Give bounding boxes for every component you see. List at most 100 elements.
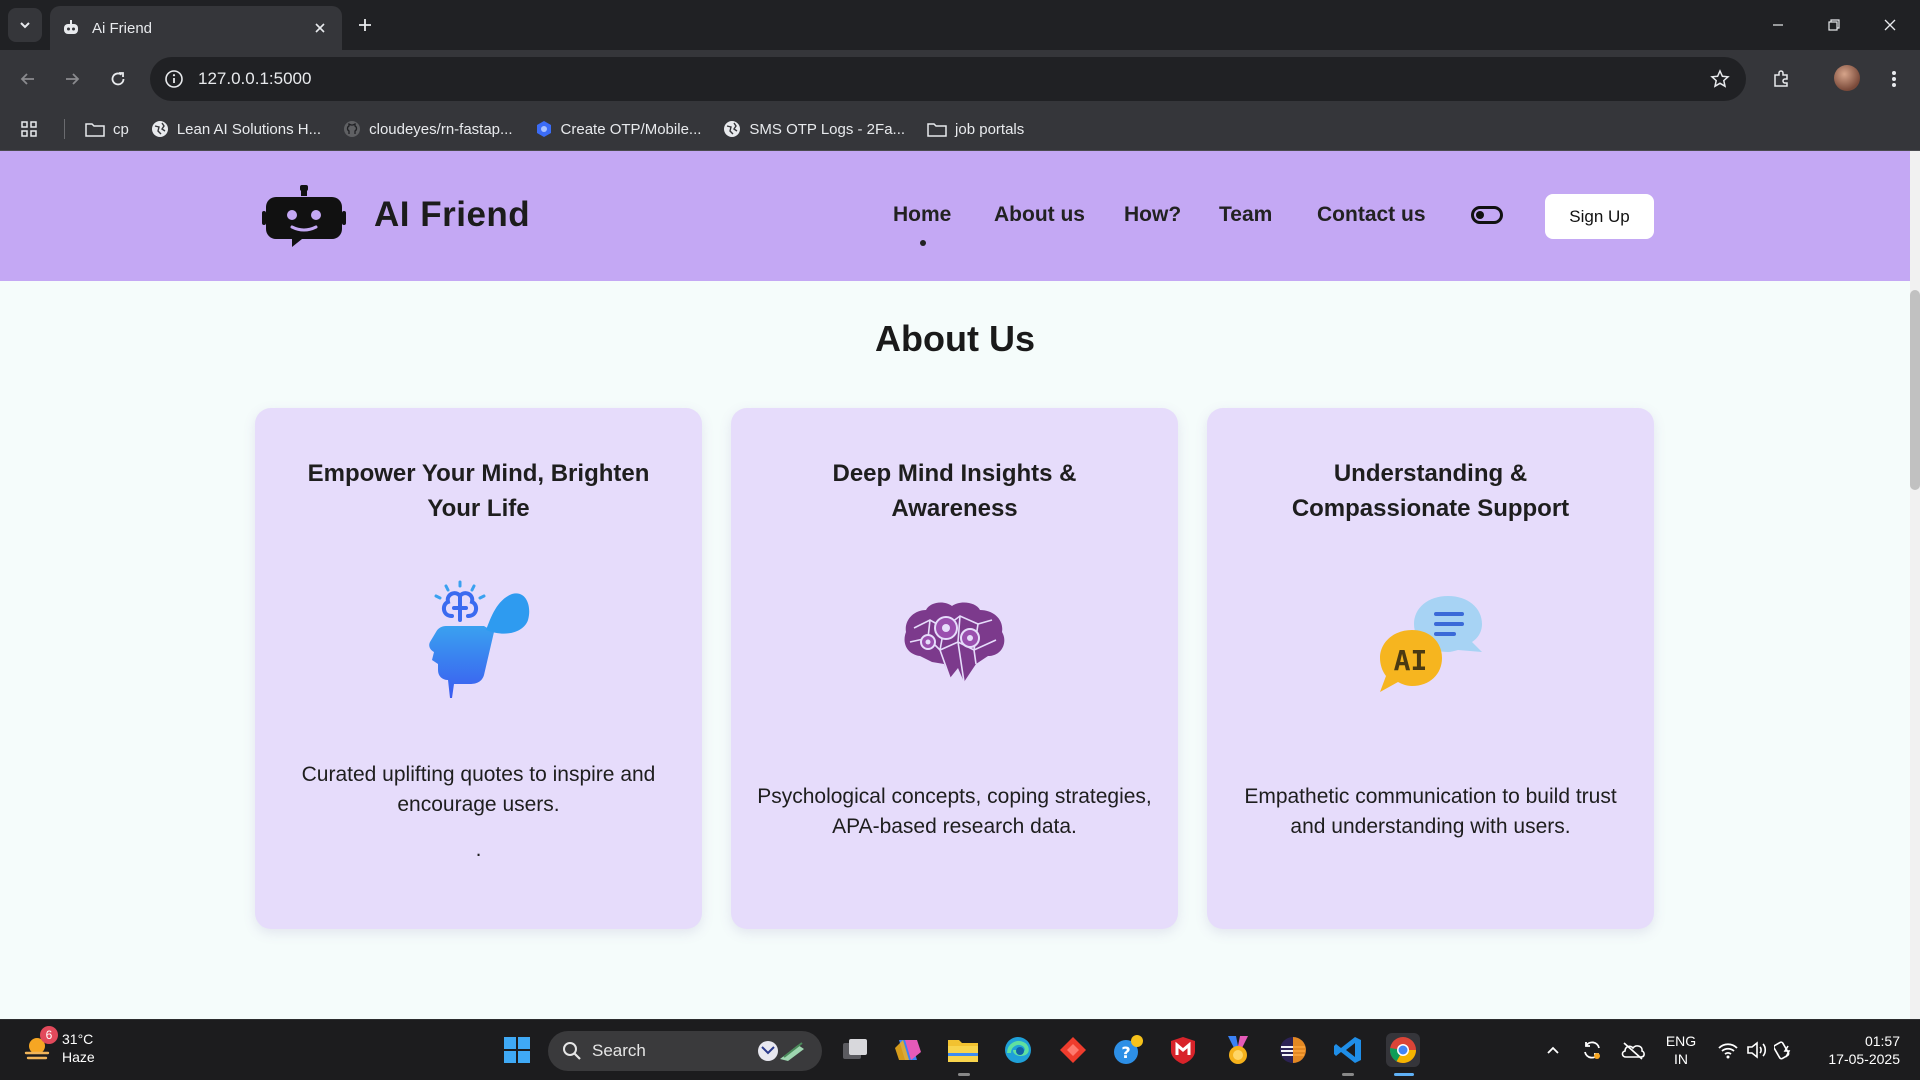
cloud-offline-icon (1621, 1042, 1645, 1060)
address-url: 127.0.0.1:5000 (198, 69, 312, 88)
mcafee-shield-icon (1171, 1037, 1195, 1064)
copilot-app[interactable] (891, 1033, 925, 1067)
sign-up-button[interactable]: Sign Up (1545, 194, 1654, 239)
bookmark-label: job portals (955, 120, 1025, 138)
bookmark-star-icon[interactable] (1710, 69, 1730, 89)
close-tab-icon[interactable] (310, 18, 330, 38)
forward-button[interactable] (56, 63, 88, 95)
web-page: AI Friend Home About us How? Team Contac… (0, 151, 1910, 1019)
nav-home[interactable]: Home (893, 203, 951, 227)
browser-tab-active[interactable]: Ai Friend (50, 6, 342, 50)
bookmark-job-portals[interactable]: job portals (927, 121, 1024, 138)
wifi-icon (1718, 1043, 1738, 1059)
bookmark-separator (64, 119, 65, 139)
app-running-indicator (958, 1073, 970, 1076)
apps-button[interactable] (20, 120, 46, 138)
bookmark-cp[interactable]: cp (85, 121, 129, 138)
bookmark-sms-otp[interactable]: SMS OTP Logs - 2Fa... (723, 120, 905, 138)
page-scrollbar-thumb[interactable] (1910, 290, 1920, 490)
weather-widget[interactable]: 6 31°C Haze (22, 1026, 95, 1066)
about-card-empower: Empower Your Mind, Brighten Your Life Cu… (255, 408, 702, 929)
puzzle-icon (1774, 70, 1788, 87)
windows-taskbar: 6 31°C Haze Search ? ENG IN 01:57 17-05-… (0, 1019, 1920, 1080)
github-icon (344, 121, 361, 137)
svg-text:?: ? (1121, 1043, 1130, 1062)
help-app[interactable]: ? (1111, 1033, 1145, 1067)
chrome-menu-button[interactable] (1878, 63, 1910, 95)
chrome-icon (1389, 1037, 1417, 1064)
language-indicator[interactable]: ENG IN (1662, 1032, 1700, 1068)
toggle-knob (1476, 211, 1484, 219)
clock-date: 17-05-2025 (1828, 1051, 1900, 1067)
language-code: ENG (1665, 1033, 1697, 1049)
nav-about-us[interactable]: About us (994, 203, 1085, 227)
nav-contact-us[interactable]: Contact us (1317, 203, 1426, 227)
card-description: Psychological concepts, coping strategie… (757, 785, 1152, 838)
arrow-left-icon (20, 73, 34, 85)
minimize-button[interactable] (1750, 0, 1806, 50)
bookmark-lean-ai[interactable]: Lean AI Solutions H... (151, 120, 321, 138)
anydesk-app[interactable] (1056, 1033, 1090, 1067)
show-hidden-icons-button[interactable] (1536, 1033, 1570, 1067)
app-running-indicator (1342, 1073, 1354, 1076)
medal-icon (1228, 1036, 1248, 1064)
mcafee-app[interactable] (1166, 1033, 1200, 1067)
close-window-button[interactable] (1862, 0, 1918, 50)
anydesk-icon (1060, 1037, 1086, 1063)
card-extra-text: . (475, 838, 482, 861)
site-icon (536, 121, 551, 137)
nav-how[interactable]: How? (1124, 203, 1181, 227)
bookmark-create-otp[interactable]: Create OTP/Mobile... (535, 120, 702, 138)
speaker-icon (1747, 1041, 1767, 1059)
weather-description: Haze (62, 1049, 95, 1065)
folder-icon (948, 1040, 978, 1062)
nav-team[interactable]: Team (1219, 203, 1272, 227)
arrow-right-icon (66, 73, 80, 85)
apps-grid-icon (21, 121, 37, 137)
edge-app[interactable] (1001, 1033, 1035, 1067)
rewards-app[interactable] (1221, 1033, 1255, 1067)
ai-bubble-label: AI (1393, 644, 1428, 677)
site-logo-text[interactable]: AI Friend (374, 195, 530, 235)
clock[interactable]: 01:57 17-05-2025 (1810, 1032, 1900, 1068)
file-explorer-app[interactable] (946, 1033, 980, 1067)
task-view-button[interactable] (838, 1033, 872, 1067)
vscode-app[interactable] (1331, 1033, 1365, 1067)
page-scrollbar-track[interactable] (1910, 151, 1920, 1019)
folder-icon (927, 123, 947, 137)
taskbar-search[interactable]: Search (548, 1031, 822, 1071)
robot-logo-icon[interactable] (262, 185, 346, 251)
restore-button[interactable] (1806, 0, 1862, 50)
weather-alert-badge: 6 (40, 1026, 58, 1044)
back-button[interactable] (12, 63, 44, 95)
clock-time: 01:57 (1864, 1033, 1900, 1049)
profile-avatar[interactable] (1834, 65, 1860, 91)
extensions-button[interactable] (1765, 63, 1797, 95)
address-bar[interactable]: 127.0.0.1:5000 (150, 57, 1746, 101)
close-icon (1884, 19, 1896, 31)
sync-tray-icon[interactable] (1575, 1033, 1609, 1067)
globe-icon (151, 121, 168, 137)
eclipse-icon (1280, 1037, 1306, 1063)
search-highlight-icon (758, 1041, 804, 1061)
kebab-menu-icon (1892, 71, 1896, 87)
browser-tab-bar: Ai Friend (0, 0, 1920, 50)
brain-gears-icon (904, 602, 1004, 683)
bookmarks-bar: cp Lean AI Solutions H... cloudeyes/rn-f… (0, 108, 1920, 151)
new-tab-button[interactable] (352, 12, 378, 38)
site-info-icon[interactable] (164, 69, 184, 89)
restore-icon (1828, 19, 1840, 31)
onedrive-tray-icon[interactable] (1616, 1033, 1650, 1067)
tab-search-button[interactable] (8, 8, 42, 42)
reload-button[interactable] (102, 63, 134, 95)
task-view-icon (843, 1039, 867, 1059)
about-card-support: Understanding & Compassionate Support AI… (1207, 408, 1654, 929)
chrome-app[interactable] (1386, 1033, 1420, 1067)
theme-toggle[interactable] (1471, 206, 1503, 224)
chevron-up-icon (1547, 1046, 1559, 1054)
bookmark-github[interactable]: cloudeyes/rn-fastap... (343, 120, 513, 138)
eclipse-app[interactable] (1276, 1033, 1310, 1067)
battery-tray-icon[interactable] (1768, 1033, 1802, 1067)
bookmark-label: Create OTP/Mobile... (560, 120, 702, 138)
start-button[interactable] (500, 1033, 534, 1067)
